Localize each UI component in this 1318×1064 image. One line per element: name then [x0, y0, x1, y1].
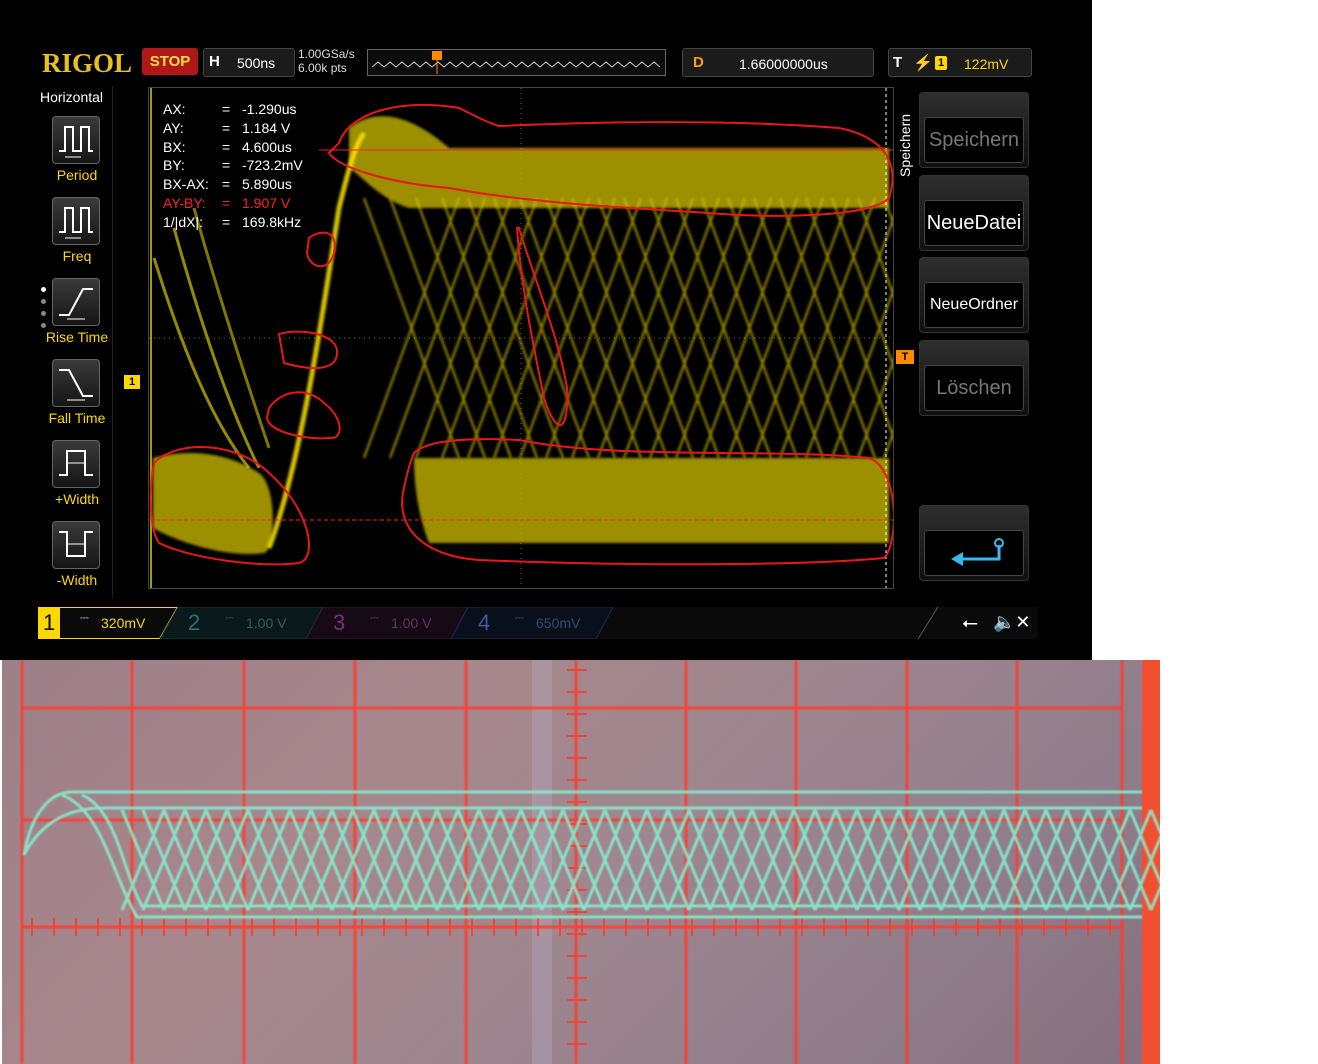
delay-box[interactable]: D 1.66000000us — [682, 48, 874, 77]
trigger-key: T — [893, 54, 903, 71]
trace-up-segment — [883, 197, 980, 459]
measure-period[interactable]: Period — [38, 110, 112, 190]
measure-freq-label: Freq — [62, 248, 92, 264]
trace-down-segment — [831, 197, 928, 459]
softkey-loeschen[interactable]: Löschen — [919, 340, 1029, 416]
softkey-speichern-label: Speichern — [924, 117, 1024, 163]
measure-fall-time-label: Fall Time — [48, 410, 106, 426]
channel-1-offset-marker[interactable]: 1 — [124, 375, 140, 389]
channel-2-tab[interactable]: 2 ⎓ 1.00 V — [183, 607, 323, 639]
delay-value: 1.66000000us — [739, 56, 828, 72]
trigger-level: 122mV — [964, 56, 1009, 72]
channel-4-number: 4 — [478, 610, 491, 635]
measure-rise-time-label: Rise Time — [45, 329, 109, 345]
measure-negative-width-label: -Width — [56, 572, 98, 588]
softkey-loeschen-label: Löschen — [924, 365, 1024, 411]
trigger-source: 1 — [935, 56, 947, 70]
usb-icon: ⭠ — [962, 612, 978, 634]
cursor-row-bx: BX: = 4.600us — [163, 138, 292, 155]
save-menu-title: Speichern — [897, 113, 913, 177]
channel-4-coupling: ⎓ — [515, 612, 524, 624]
fall-time-icon — [52, 359, 100, 407]
rise-time-icon — [52, 278, 100, 326]
cursor-row-bx-ax: BX-AX: = 5.890us — [163, 176, 292, 193]
memory-overview-strip[interactable] — [367, 49, 666, 76]
measure-rise-time[interactable]: Rise Time — [38, 272, 112, 352]
channel-1-tab[interactable]: 1 ⎓ 320mV — [38, 607, 178, 639]
positive-width-icon — [52, 440, 100, 488]
cursor-row-ax: AX: = -1.290us — [163, 101, 297, 117]
analog-scope-graticule — [20, 660, 1160, 1064]
channel-1-coupling: ⎓ — [80, 612, 89, 624]
brand-logo: RIGOL — [42, 48, 133, 78]
trigger-level-marker[interactable]: T — [896, 350, 914, 364]
menu-page-indicator — [41, 287, 47, 335]
cursor-readout: AX: = -1.290us AY: = 1.184 V BX: = 4.600us BY:… — [158, 100, 318, 232]
channel-1-scale: 320mV — [101, 615, 146, 631]
frequency-icon — [52, 197, 100, 245]
cursor-row-inverse-dx: 1/|dX|: = 169.8kHz — [163, 213, 302, 230]
measure-positive-width-label: +Width — [55, 491, 99, 507]
digital-oscilloscope-screenshot: RIGOL STOP H 500ns 1.00GSa/s 6.00k pts D… — [0, 0, 1092, 660]
softkey-speichern[interactable]: Speichern — [919, 92, 1029, 168]
acquisition-info: 1.00GSa/s 6.00k pts — [298, 47, 355, 75]
channel-3-tab[interactable]: 3 ⎓ 1.00 V — [328, 607, 468, 639]
measure-positive-width[interactable]: +Width — [38, 434, 112, 514]
channel-4-tab[interactable]: 4 ⎓ 650mV — [473, 607, 613, 639]
timebase-key: H — [209, 53, 220, 70]
memory-depth: 6.00k pts — [298, 61, 347, 75]
cursor-row-by: BY: = -723.2mV — [163, 157, 303, 174]
measure-freq[interactable]: Freq — [38, 191, 112, 271]
negative-width-icon — [52, 521, 100, 569]
measure-menu-title: Horizontal — [40, 89, 104, 105]
return-arrow-icon — [924, 530, 1024, 576]
softkey-neue-ordner[interactable]: NeueOrdner — [919, 257, 1029, 333]
period-icon — [52, 116, 100, 164]
softkey-neue-datei-label: NeueDatei — [924, 200, 1024, 246]
channel-3-coupling: ⎓ — [370, 612, 379, 624]
timebase-box[interactable]: H 500ns — [203, 48, 295, 77]
softkey-neue-datei[interactable]: NeueDatei — [919, 175, 1029, 251]
channel-bar: 1 ⎓ 320mV 2 ⎓ 1.00 V 3 ⎓ 1.00 V 4 ⎓ 650m… — [38, 607, 1038, 639]
run-stop-status[interactable]: STOP — [142, 48, 198, 75]
measure-fall-time[interactable]: Fall Time — [38, 353, 112, 433]
channel-2-scale: 1.00 V — [246, 615, 287, 631]
channel-2-coupling: ⎓ — [225, 612, 234, 624]
channel-3-number: 3 — [333, 610, 346, 635]
trace-down-segment — [883, 197, 980, 459]
channel-2-number: 2 — [188, 610, 201, 635]
trigger-box[interactable]: T ⚡ 1 122mV — [888, 48, 1032, 77]
cursor-row-ay: AY: = 1.184 V — [163, 119, 291, 136]
memory-overview-icon — [371, 51, 661, 74]
timebase-value: 500ns — [237, 55, 276, 71]
softkey-neue-ordner-label: NeueOrdner — [924, 282, 1024, 328]
speaker-muted-icon[interactable]: 🔈✕ — [993, 612, 1031, 633]
analog-oscilloscope-photo — [2, 660, 1160, 1064]
softkey-return[interactable] — [919, 505, 1029, 581]
sample-rate: 1.00GSa/s — [298, 47, 355, 61]
channel-3-scale: 1.00 V — [391, 615, 432, 631]
trigger-slope-icon: ⚡ — [913, 55, 933, 72]
measure-negative-width[interactable]: -Width — [38, 515, 112, 595]
measure-menu: Horizontal Period Freq Rise Time Fall Ti… — [38, 86, 113, 598]
trace-up-segment — [831, 197, 928, 459]
channel-1-number: 1 — [43, 610, 56, 635]
channel-4-scale: 650mV — [536, 615, 581, 631]
cursor-row-ay-by: AY-BY: = 1.907 V — [163, 194, 291, 211]
delay-key: D — [693, 54, 704, 71]
measure-period-label: Period — [56, 167, 98, 183]
